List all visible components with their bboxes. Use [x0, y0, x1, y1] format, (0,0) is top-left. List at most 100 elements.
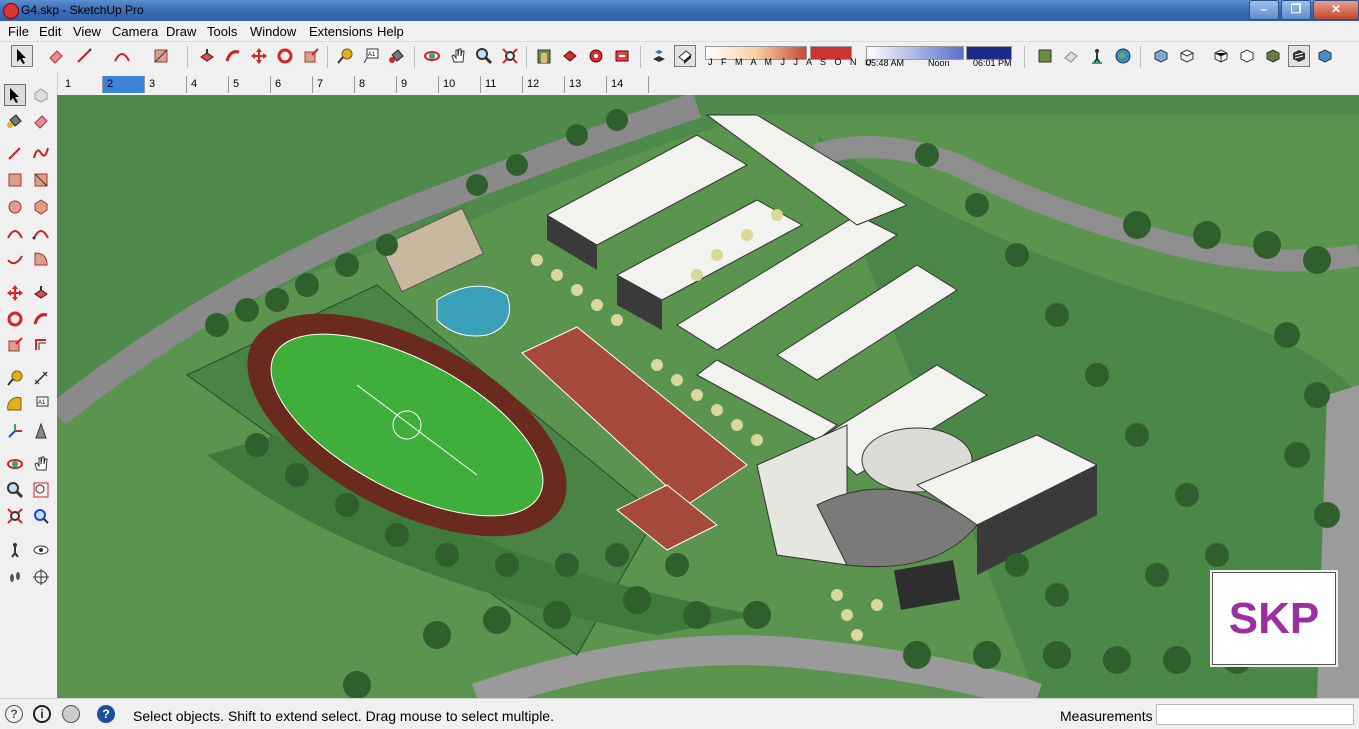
3d-text-button[interactable]	[30, 420, 52, 442]
menu-camera[interactable]: Camera	[112, 24, 158, 39]
scene-tab-12[interactable]: 12	[523, 76, 565, 93]
scale-tool-button[interactable]	[4, 334, 26, 356]
push-pull-tool-button[interactable]	[30, 282, 52, 304]
share-model-button[interactable]	[559, 45, 581, 67]
offset-tool-button[interactable]	[30, 334, 52, 356]
user-account-icon[interactable]	[62, 705, 80, 723]
menu-help[interactable]: Help	[377, 24, 404, 39]
look-around-button[interactable]	[30, 539, 52, 561]
follow-me-tool-button[interactable]	[222, 45, 244, 67]
text-tool-button[interactable]: A1	[30, 393, 52, 415]
instructor-help-icon[interactable]: ?	[97, 705, 115, 723]
shaded-texture-style-button[interactable]	[1288, 45, 1310, 67]
two-point-arc-button[interactable]	[30, 222, 52, 244]
dimension-tool-button[interactable]	[30, 367, 52, 389]
restore-button[interactable]: ❐	[1281, 0, 1311, 20]
menu-file[interactable]: File	[8, 24, 29, 39]
display-shadows-toggle[interactable]	[674, 45, 696, 67]
geo-location-status-icon[interactable]: ?	[5, 705, 23, 723]
scene-tab-10[interactable]: 10	[439, 76, 481, 93]
paint-bucket-button[interactable]	[386, 45, 408, 67]
rectangle-tool-button[interactable]	[150, 45, 172, 67]
menu-extensions[interactable]: Extensions	[309, 24, 373, 39]
menu-edit[interactable]: Edit	[39, 24, 61, 39]
orbit-tool-button[interactable]	[4, 453, 26, 475]
measurements-input[interactable]	[1156, 704, 1354, 725]
arc-tool-button[interactable]	[111, 45, 133, 67]
styles-button[interactable]	[1060, 45, 1082, 67]
scale-tool-button[interactable]	[300, 45, 322, 67]
menu-draw[interactable]: Draw	[166, 24, 196, 39]
select-tool-button[interactable]	[4, 84, 26, 106]
scene-tab-13[interactable]: 13	[565, 76, 607, 93]
close-button[interactable]: ✕	[1313, 0, 1359, 20]
rotated-rectangle-button[interactable]	[30, 169, 52, 191]
info-icon[interactable]: i	[33, 705, 51, 723]
section-plane-button[interactable]	[30, 566, 52, 588]
scene-tab-6[interactable]: 6	[271, 76, 313, 93]
position-camera-button[interactable]	[4, 539, 26, 561]
share-component-button[interactable]	[585, 45, 607, 67]
arc-tool-button[interactable]	[4, 222, 26, 244]
menu-tools[interactable]: Tools	[207, 24, 237, 39]
menu-view[interactable]: View	[73, 24, 101, 39]
previous-view-button[interactable]	[30, 505, 52, 527]
scene-tab-3[interactable]: 3	[145, 76, 187, 93]
scene-tab-2[interactable]: 2	[103, 76, 145, 93]
pan-tool-button[interactable]	[447, 45, 469, 67]
geo-location-button[interactable]	[1112, 45, 1134, 67]
zoom-tool-button[interactable]	[4, 479, 26, 501]
zoom-extents-button[interactable]	[4, 505, 26, 527]
shaded-style-button[interactable]	[1262, 45, 1284, 67]
top-view-button[interactable]	[1176, 45, 1198, 67]
line-tool-button[interactable]	[4, 142, 26, 164]
scene-tab-9[interactable]: 9	[397, 76, 439, 93]
scene-tab-5[interactable]: 5	[229, 76, 271, 93]
protractor-tool-button[interactable]	[4, 393, 26, 415]
eraser-tool-button[interactable]	[30, 110, 52, 132]
move-tool-button[interactable]	[248, 45, 270, 67]
menu-window[interactable]: Window	[250, 24, 296, 39]
push-pull-tool-button[interactable]	[196, 45, 218, 67]
scene-tab-1[interactable]: 1	[61, 76, 103, 93]
walk-tool-button[interactable]	[4, 566, 26, 588]
circle-tool-button[interactable]	[4, 196, 26, 218]
tape-measure-button[interactable]	[4, 367, 26, 389]
axes-tool-button[interactable]	[4, 420, 26, 442]
components-button[interactable]	[1034, 45, 1056, 67]
extension-warehouse-button[interactable]	[611, 45, 633, 67]
scene-tab-4[interactable]: 4	[187, 76, 229, 93]
scene-tab-14[interactable]: 14	[607, 76, 649, 93]
scene-tab-11[interactable]: 11	[481, 76, 523, 93]
freehand-tool-button[interactable]	[30, 142, 52, 164]
rectangle-tool-button[interactable]	[4, 169, 26, 191]
model-viewport[interactable]: SKP	[57, 95, 1359, 698]
zoom-window-button[interactable]	[30, 479, 52, 501]
pan-tool-button[interactable]	[30, 453, 52, 475]
minimize-button[interactable]: –	[1249, 0, 1279, 20]
3d-warehouse-button[interactable]	[533, 45, 555, 67]
wireframe-style-button[interactable]	[1236, 45, 1258, 67]
select-tool-button[interactable]	[11, 45, 33, 67]
text-tool-button[interactable]: A1	[360, 45, 382, 67]
rotate-tool-button[interactable]	[4, 308, 26, 330]
scene-tab-7[interactable]: 7	[313, 76, 355, 93]
zoom-tool-button[interactable]	[473, 45, 495, 67]
paint-bucket-button[interactable]	[4, 110, 26, 132]
monochrome-style-button[interactable]	[1314, 45, 1336, 67]
shadow-settings-button[interactable]	[648, 45, 670, 67]
move-tool-button[interactable]	[4, 282, 26, 304]
orbit-tool-button[interactable]	[421, 45, 443, 67]
scene-tab-8[interactable]: 8	[355, 76, 397, 93]
pencil-tool-button[interactable]	[73, 45, 95, 67]
position-camera-button[interactable]	[1086, 45, 1108, 67]
eraser-tool-button[interactable]	[45, 45, 67, 67]
zoom-extents-button[interactable]	[499, 45, 521, 67]
polygon-tool-button[interactable]	[30, 196, 52, 218]
rotate-tool-button[interactable]	[274, 45, 296, 67]
xray-style-button[interactable]	[1210, 45, 1232, 67]
tape-measure-button[interactable]	[334, 45, 356, 67]
three-point-arc-button[interactable]	[4, 248, 26, 270]
make-component-button[interactable]	[30, 84, 52, 106]
iso-view-button[interactable]	[1150, 45, 1172, 67]
